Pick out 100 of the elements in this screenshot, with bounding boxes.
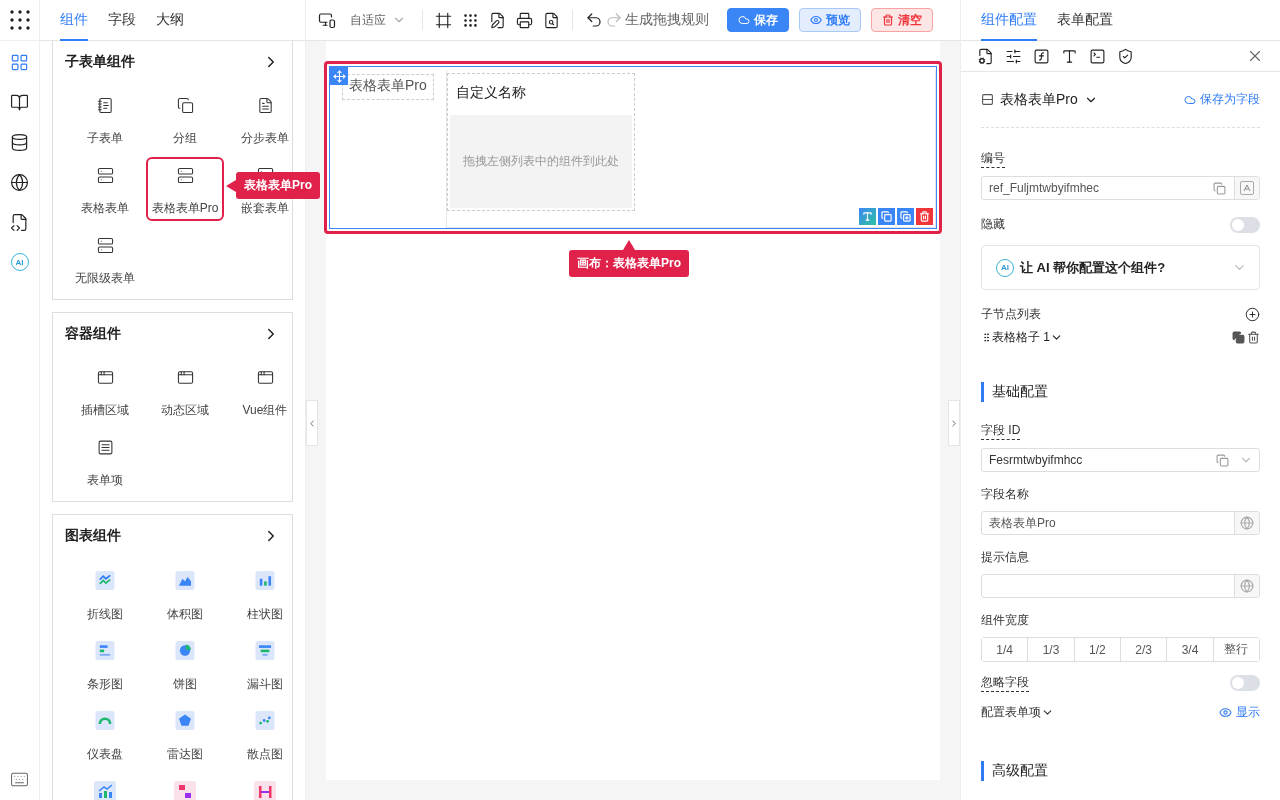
scatter-chart-icon <box>254 711 276 730</box>
component-item[interactable]: 饼图 <box>173 676 197 693</box>
window-icon <box>256 369 274 386</box>
drop-zone: 拖拽左侧列表中的组件到此处 <box>449 115 632 208</box>
field-label: 提示信息 <box>981 549 1029 566</box>
collapse-right-handle[interactable] <box>948 400 960 446</box>
config-tab[interactable]: 表单配置 <box>1057 0 1113 41</box>
rows-icon <box>981 93 994 106</box>
chevron-right-icon <box>949 417 959 429</box>
grid-icon[interactable] <box>462 11 479 29</box>
save-as-field-link[interactable]: 保存为字段 <box>1184 91 1260 108</box>
window-icon <box>96 369 114 386</box>
component-item[interactable]: 雷达图 <box>167 746 203 763</box>
field-label: 忽略字段 <box>981 674 1029 692</box>
text-input[interactable] <box>981 574 1260 598</box>
section-title: 高级配置 <box>981 761 1260 781</box>
show-link[interactable]: 显示 <box>1219 704 1260 721</box>
chevron-left-icon <box>307 417 317 429</box>
ai-assist-panel[interactable]: AI 让 AI 帮你配置这个组件? <box>981 245 1260 290</box>
component-item[interactable]: 柱状图 <box>247 606 283 623</box>
drag-callout: 表格表单Pro <box>226 172 320 199</box>
edit-document-icon[interactable] <box>489 11 506 29</box>
collapse-left-handle[interactable] <box>306 400 318 446</box>
field-label: 编号 <box>981 150 1005 168</box>
panel-tab[interactable]: 组件 <box>60 0 88 41</box>
funnel-chart-icon <box>254 641 276 660</box>
cloud-icon <box>1184 93 1196 106</box>
move-handle-icon[interactable] <box>330 67 348 85</box>
copy-icon[interactable] <box>878 208 895 225</box>
eye-icon <box>810 14 822 26</box>
flow-chart-icon <box>174 781 196 800</box>
toolbar-button[interactable]: 保存 <box>727 8 789 32</box>
sliders-icon[interactable] <box>1005 47 1022 65</box>
text-input[interactable]: 表格表单Pro <box>981 511 1260 535</box>
ignore-field-switch[interactable] <box>1230 675 1260 691</box>
component-type-select[interactable]: 表格表单Pro <box>981 90 1098 109</box>
area-chart-icon <box>174 571 196 590</box>
component-item[interactable]: 动态区域 <box>161 402 209 419</box>
group-title: 子表单组件 <box>65 53 135 71</box>
component-item[interactable]: 表单项 <box>87 472 123 489</box>
cloud-icon <box>738 14 750 26</box>
field-label: 组件宽度 <box>981 612 1029 629</box>
apps-menu-icon[interactable] <box>9 10 30 30</box>
add-icon[interactable] <box>1245 307 1260 322</box>
component-item[interactable]: 分组 <box>173 130 197 147</box>
device-mode-select[interactable]: 自适应 <box>346 11 410 29</box>
hidden-switch[interactable] <box>1230 216 1260 233</box>
radar-chart-icon <box>174 711 196 730</box>
component-item[interactable]: 散点图 <box>247 746 283 763</box>
child-node-item[interactable]: 表格格子 1 <box>981 329 1063 346</box>
add-copy-icon[interactable] <box>897 208 914 225</box>
document-search-icon[interactable] <box>543 11 560 29</box>
form-item-config-toggle[interactable]: 配置表单项 <box>981 704 1054 721</box>
device-icon[interactable] <box>318 11 336 29</box>
window-icon <box>176 369 194 386</box>
combo-chart-icon <box>94 781 116 800</box>
copy-icon <box>176 97 194 114</box>
ai-assist-text: 让 AI 帮你配置这个组件? <box>1020 258 1166 277</box>
form-item-icon <box>96 439 114 456</box>
bar-chart-icon <box>254 571 276 590</box>
line-chart-icon <box>94 571 116 590</box>
field-label: 子节点列表 <box>981 306 1041 323</box>
width-option[interactable]: 整行 <box>1212 638 1259 661</box>
component-item[interactable]: 体积图 <box>167 606 203 623</box>
notebook-icon <box>96 97 114 114</box>
panel-tab[interactable]: 大纲 <box>156 0 184 41</box>
component-item[interactable]: 表格表单 <box>81 200 129 217</box>
hbar-chart-icon <box>94 641 116 660</box>
component-item[interactable]: 无限级表单 <box>75 270 135 287</box>
component-item[interactable]: 折线图 <box>87 606 123 623</box>
text-style-icon[interactable] <box>1061 47 1078 65</box>
generate-rules-button[interactable]: 生成拖拽规则 <box>625 11 709 29</box>
delete-icon[interactable] <box>916 208 933 225</box>
component-item[interactable]: 漏斗图 <box>247 676 283 693</box>
component-item[interactable]: Vue组件 <box>242 402 288 419</box>
terminal-icon[interactable] <box>1089 47 1106 65</box>
copy-icon[interactable] <box>1232 331 1245 344</box>
document-settings-icon[interactable] <box>977 47 994 65</box>
delete-icon[interactable] <box>1247 331 1260 344</box>
component-item[interactable]: 表格表单Pro <box>151 200 219 217</box>
component-item[interactable]: 仪表盘 <box>87 746 123 763</box>
function-icon[interactable] <box>1033 47 1050 65</box>
component-item[interactable]: 子表单 <box>87 130 123 147</box>
undo-icon[interactable] <box>585 11 603 29</box>
component-item[interactable]: 条形图 <box>87 676 123 693</box>
component-label: 表格表单Pro <box>342 74 434 100</box>
ai-action-icon[interactable] <box>859 208 876 225</box>
component-item[interactable]: 分步表单 <box>241 130 289 147</box>
panel-tab[interactable]: 字段 <box>108 0 136 41</box>
field-label: 字段名称 <box>981 486 1029 503</box>
config-tab[interactable]: 组件配置 <box>981 0 1037 41</box>
print-icon[interactable] <box>516 11 533 29</box>
component-item[interactable]: 嵌套表单 <box>241 200 289 217</box>
frame-icon[interactable] <box>435 11 452 29</box>
globe-icon[interactable] <box>8 171 31 193</box>
range-chart-icon <box>254 781 276 800</box>
cell-title: 自定义名称 <box>454 83 527 102</box>
drag-grip-icon <box>981 332 992 343</box>
shield-icon[interactable] <box>1117 47 1134 65</box>
component-item[interactable]: 插槽区域 <box>81 402 129 419</box>
